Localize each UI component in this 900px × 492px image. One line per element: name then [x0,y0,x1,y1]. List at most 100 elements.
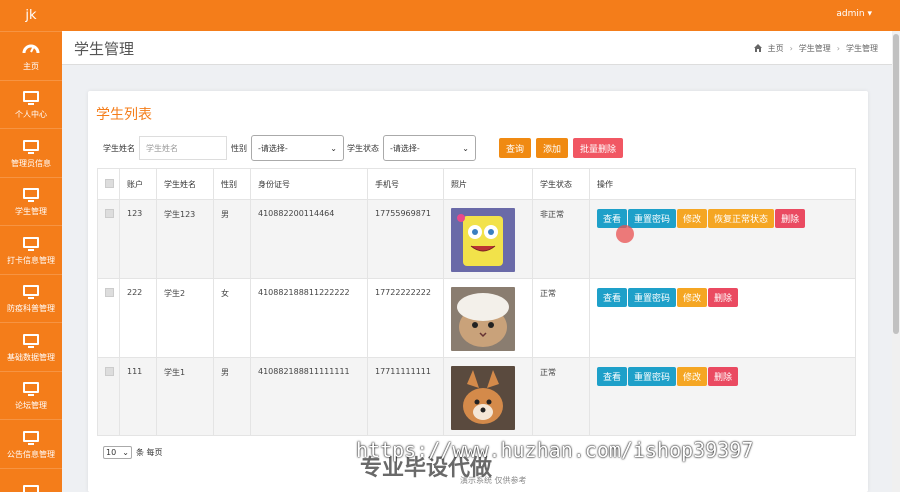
monitor-icon [21,428,41,445]
app-logo: jk [25,8,37,23]
row-actions: 查看 重置密码 修改 删除 [597,367,855,386]
cell-id-number: 410882200114464 [250,199,368,279]
student-photo [451,366,515,430]
sidebar-item-home[interactable]: 主页 [0,31,62,80]
delete-button[interactable]: 删除 [775,209,806,228]
sidebar-item-science[interactable]: 防疫科普管理 [0,273,62,323]
monitor-icon [21,331,41,348]
column-header: 手机号 [367,168,444,200]
sidebar-item-notices[interactable]: 公告信息管理 [0,419,62,468]
edit-button[interactable]: 修改 [677,288,708,307]
select-all-checkbox[interactable] [105,178,114,188]
table-row: 111 学生1 男 410882188811111111 17711111111… [97,357,856,436]
sidebar-item-label: 基础数据管理 [7,352,55,362]
sidebar-item-label: 个人中心 [15,110,47,120]
add-button[interactable]: 添加 [536,138,569,158]
reset-password-button[interactable]: 重置密码 [628,367,677,386]
gender-select[interactable]: -请选择- ⌄ [251,135,344,161]
cell-name: 学生123 [156,199,214,279]
page-size-select[interactable]: 10 ⌄ [103,446,132,459]
breadcrumb-separator: › [836,44,840,53]
row-checkbox[interactable] [105,288,114,297]
cell-name: 学生1 [156,357,214,436]
sidebar-item-label: 公告信息管理 [7,449,55,459]
sidebar-item-profile[interactable]: 个人中心 [0,79,62,129]
cell-status: 正常 [532,278,590,358]
row-checkbox[interactable] [105,209,114,218]
sidebar-item-label: 打卡信息管理 [7,255,55,265]
search-filters: 学生姓名 学生姓名 性别 -请选择- ⌄ 学生状态 -请选择- ⌄ 查询 添加 … [103,135,624,161]
sidebar-item-more[interactable] [0,467,62,492]
name-filter-label: 学生姓名 [103,143,135,153]
chevron-down-icon: ⌄ [330,143,337,153]
cell-gender: 男 [213,199,251,279]
reset-password-button[interactable]: 重置密码 [628,288,677,307]
row-checkbox[interactable] [105,367,114,376]
sidebar-item-checkin[interactable]: 打卡信息管理 [0,225,62,274]
column-header: 照片 [443,168,533,200]
student-list-card: 学生列表 学生姓名 学生姓名 性别 -请选择- ⌄ 学生状态 -请选择- ⌄ 查… [88,91,868,492]
page-scrollbar[interactable] [892,31,900,492]
status-select[interactable]: -请选择- ⌄ [383,135,476,161]
page-size-value: 10 [106,448,117,457]
sidebar-item-label: 防疫科普管理 [7,304,55,314]
monitor-icon [21,379,41,397]
cell-status: 正常 [532,357,590,436]
restore-status-button[interactable]: 恢复正常状态 [708,209,775,228]
column-header: 学生状态 [532,168,590,200]
monitor-icon [21,282,41,300]
column-header: 账户 [119,168,157,200]
column-header: 操作 [589,168,856,200]
page-header: 学生管理 主页 › 学生管理 › 学生管理 [62,31,892,65]
breadcrumb-item[interactable]: 学生管理 [799,43,831,54]
top-bar: admin ▾ [62,0,900,31]
sidebar-item-label: 管理员信息 [11,158,51,168]
student-table: 账户 学生姓名 性别 身份证号 手机号 照片 学生状态 操作 123 学生123… [97,168,856,436]
cell-account: 111 [119,357,157,436]
student-photo [451,287,515,351]
status-select-value: -请选择- [390,143,420,153]
student-photo [451,208,515,272]
edit-button[interactable]: 修改 [677,367,708,386]
cell-phone: 17722222222 [367,278,444,358]
breadcrumb-separator: › [789,44,793,53]
column-header: 学生姓名 [156,168,214,200]
delete-button[interactable]: 删除 [708,288,739,307]
view-button[interactable]: 查看 [597,288,628,307]
cell-phone: 17755969871 [367,199,444,279]
breadcrumb-home[interactable]: 主页 [768,43,784,54]
sidebar-item-label: 主页 [23,61,39,71]
breadcrumb: 主页 › 学生管理 › 学生管理 [753,43,878,54]
batch-delete-button[interactable]: 批量删除 [573,138,624,158]
sidebar-item-label: 论坛管理 [15,401,47,411]
sidebar-item-admins[interactable]: 管理员信息 [0,128,62,177]
sidebar-item-students[interactable]: 学生管理 [0,176,62,226]
row-actions: 查看 重置密码 修改 恢复正常状态 删除 [597,209,855,228]
cell-name: 学生2 [156,278,214,358]
view-button[interactable]: 查看 [597,367,628,386]
home-icon [753,43,762,54]
breadcrumb-current: 学生管理 [846,44,878,53]
sidebar: jk 主页 个人中心 管理员信息 学生管理 打卡信息管理 防疫科普管理 基础数据… [0,0,62,492]
status-filter-label: 学生状态 [347,143,379,153]
sidebar-item-forum[interactable]: 论坛管理 [0,370,62,420]
query-button[interactable]: 查询 [499,138,532,158]
edit-button[interactable]: 修改 [677,209,708,228]
row-actions: 查看 重置密码 修改 删除 [597,288,855,307]
cell-account: 222 [119,278,157,358]
cell-status: 非正常 [532,199,590,279]
monitor-icon [21,185,41,203]
reset-password-button[interactable]: 重置密码 [628,209,677,228]
scrollbar-thumb[interactable] [893,34,899,334]
page-title: 学生管理 [74,40,135,58]
user-menu[interactable]: admin ▾ [836,9,872,19]
delete-button[interactable]: 删除 [708,367,739,386]
page-size-label: 条 每页 [136,448,163,457]
cell-id-number: 410882188811222222 [250,278,368,358]
name-search-input[interactable]: 学生姓名 [139,136,227,160]
pagination: 10 ⌄ 条 每页 [103,446,163,459]
watermark-url: https://www.huzhan.com/ishop39397 [356,438,754,462]
cell-id-number: 410882188811111111 [250,357,368,436]
sidebar-item-basedata[interactable]: 基础数据管理 [0,322,62,371]
monitor-icon [21,482,41,492]
